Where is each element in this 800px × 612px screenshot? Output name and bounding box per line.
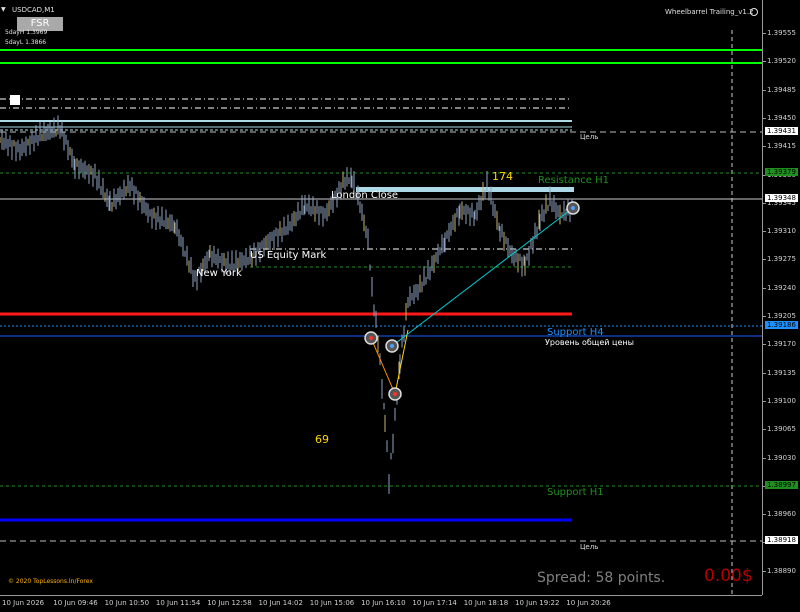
price-tag-target-upper: 1.39431 bbox=[765, 127, 798, 135]
price-tick bbox=[763, 372, 766, 374]
time-label: 10 Jun 11:54 bbox=[155, 599, 201, 607]
support-h1-label: Support H1 bbox=[547, 487, 604, 498]
price-label: 1.38890 bbox=[767, 566, 796, 575]
price-tick bbox=[763, 287, 766, 289]
order-marker[interactable] bbox=[385, 339, 399, 353]
new-york-label: New York bbox=[196, 268, 242, 279]
price-tick bbox=[763, 89, 766, 91]
price-tick bbox=[763, 33, 766, 34]
price-label: 1.39520 bbox=[767, 57, 796, 66]
price-tick bbox=[763, 429, 766, 431]
price-tick bbox=[763, 117, 766, 119]
support-h4-label: Support H4 bbox=[547, 327, 604, 338]
time-label: 10 Jun 09:46 bbox=[53, 599, 98, 607]
chart-drawing bbox=[0, 30, 762, 595]
price-tick bbox=[763, 344, 766, 346]
order-marker[interactable] bbox=[388, 387, 402, 401]
price-label: 1.39310 bbox=[767, 227, 796, 236]
price-tag-lower-green: 1.38997 bbox=[765, 481, 798, 489]
price-tick bbox=[763, 259, 766, 261]
price-tick bbox=[763, 514, 766, 516]
time-label: 10 Jun 16:10 bbox=[361, 599, 406, 607]
time-label: 10 Jun 18:18 bbox=[463, 599, 509, 607]
recovery-trend-line bbox=[391, 207, 574, 347]
price-label: 1.39415 bbox=[767, 142, 796, 151]
time-label: 10 Jun 17:14 bbox=[412, 599, 457, 607]
price-label: 1.39275 bbox=[767, 255, 796, 264]
price-tick bbox=[763, 146, 766, 148]
time-label: 10 Jun 20:26 bbox=[566, 599, 611, 607]
resistance-h1-label: Resistance H1 bbox=[538, 175, 609, 186]
target-upper-label: Цель bbox=[580, 133, 599, 141]
price-tag-target-lower: 1.38918 bbox=[765, 536, 798, 544]
time-label: 10 Jun 19:22 bbox=[515, 599, 560, 607]
price-label: 1.39170 bbox=[767, 340, 796, 349]
spread-text: Spread: 58 points. bbox=[537, 570, 666, 586]
time-label: 10 Jun 15:06 bbox=[309, 599, 355, 607]
price-label: 1.39485 bbox=[767, 85, 796, 94]
price-label: 1.39135 bbox=[767, 368, 796, 377]
london-close-label: London Close bbox=[331, 190, 399, 201]
price-label: 1.39450 bbox=[767, 113, 796, 122]
price-label: 1.39205 bbox=[767, 312, 796, 320]
price-label: 1.39030 bbox=[767, 453, 796, 462]
copyright-text: © 2020 TopLessons.In/Forex bbox=[8, 578, 93, 585]
order-marker[interactable] bbox=[566, 201, 580, 215]
price-label: 1.38960 bbox=[767, 510, 796, 519]
profit-text: 0.00$ bbox=[704, 566, 753, 586]
count-upper-label: 174 bbox=[492, 170, 513, 183]
order-marker[interactable] bbox=[364, 331, 378, 345]
target-lower-label: Цель bbox=[580, 543, 599, 551]
time-label: 10 Jun 14:02 bbox=[258, 599, 303, 607]
price-tick bbox=[763, 400, 766, 402]
us-equity-label: US Equity Mark bbox=[250, 250, 327, 261]
time-axis[interactable]: 10 Jun 2026 10 Jun 09:46 10 Jun 10:50 10 Ju… bbox=[0, 595, 762, 612]
price-tick bbox=[763, 231, 766, 233]
count-lower-label: 69 bbox=[315, 433, 329, 446]
price-chart[interactable]: ▼ USDCAD,M1 FSR 5dayH 1.3969 5dayL 1.386… bbox=[0, 0, 762, 595]
general-price-label: Уровень общей цены bbox=[545, 338, 634, 347]
price-tick bbox=[763, 570, 766, 572]
price-label: 1.39240 bbox=[767, 283, 796, 292]
price-tick bbox=[763, 457, 766, 459]
time-label: 10 Jun 10:50 bbox=[104, 599, 150, 607]
time-label: 10 Jun 2026 bbox=[2, 599, 45, 607]
price-tag-resistance-h1: 1.39379 bbox=[765, 168, 798, 176]
candle-series bbox=[0, 115, 573, 494]
price-tick bbox=[763, 202, 766, 204]
price-label: 1.39555 bbox=[767, 29, 796, 37]
price-tick bbox=[763, 61, 766, 63]
price-axis[interactable]: 1.39555 1.39520 1.39485 1.39450 1.39415 1.393… bbox=[762, 0, 800, 595]
price-tag-support-h4: 1.39186 bbox=[765, 321, 798, 329]
time-label: 10 Jun 12:58 bbox=[207, 599, 252, 607]
price-tag-current: 1.39348 bbox=[765, 194, 798, 202]
price-tick bbox=[763, 316, 766, 317]
price-label: 1.39100 bbox=[767, 396, 796, 405]
price-label: 1.39065 bbox=[767, 425, 796, 434]
